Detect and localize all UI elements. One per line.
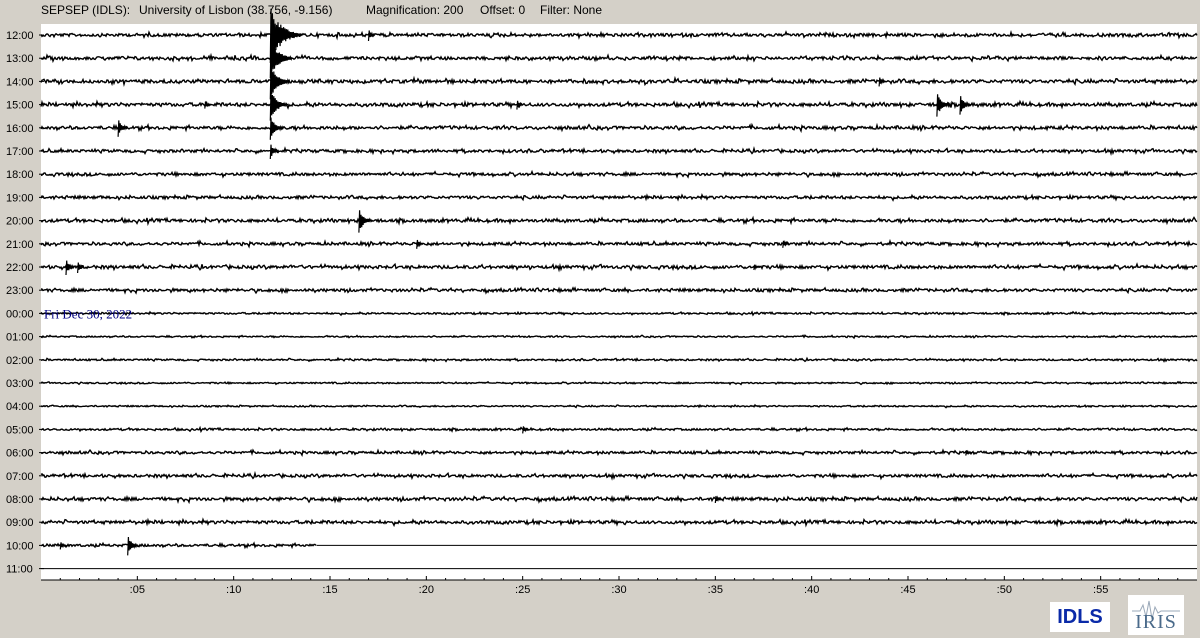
hour-label: 02:00 (6, 355, 34, 367)
hour-label: 07:00 (6, 471, 34, 483)
hour-label: 03:00 (6, 378, 34, 390)
helicorder-plot: 12:00 13:00 14:00 15:00 16:00 17:00 18:00 19:00… (6, 8, 1198, 596)
minute-label: :35 (708, 584, 723, 596)
hour-label: 13:00 (6, 53, 34, 65)
minute-label: :45 (900, 584, 915, 596)
hour-label: 11:00 (6, 564, 33, 576)
hour-label: 14:00 (6, 76, 34, 88)
hour-label: 20:00 (6, 216, 34, 228)
iris-logo: IRIS (1128, 595, 1184, 635)
minute-label: :15 (322, 584, 337, 596)
date-annotation: Fri Dec 30, 2022 (44, 306, 132, 321)
hour-label: 19:00 (6, 192, 34, 204)
minute-label: :05 (130, 584, 145, 596)
hour-label: 01:00 (6, 332, 34, 344)
hour-label: 06:00 (6, 448, 34, 460)
hour-label: 22:00 (6, 262, 34, 274)
hour-label: 10:00 (6, 540, 34, 552)
hour-label: 16:00 (6, 123, 34, 135)
minute-label: :40 (804, 584, 819, 596)
idls-logo: IDLS (1050, 602, 1110, 632)
minute-label: :20 (419, 584, 434, 596)
hour-label: 17:00 (6, 146, 34, 158)
hour-label: 05:00 (6, 424, 34, 436)
hour-label: 15:00 (6, 100, 34, 112)
hour-label: 21:00 (6, 239, 34, 251)
hour-label: 00:00 (6, 308, 34, 320)
hour-label: 18:00 (6, 169, 34, 181)
minute-label: :30 (611, 584, 626, 596)
plot-area (41, 24, 1197, 580)
minute-label: :10 (226, 584, 241, 596)
hour-label: 12:00 (6, 30, 34, 42)
hour-label: 09:00 (6, 517, 34, 529)
minute-label: :25 (515, 584, 530, 596)
minute-label: :50 (997, 584, 1012, 596)
iris-logo-text: IRIS (1135, 611, 1177, 633)
hour-label: 23:00 (6, 285, 34, 297)
hour-label: 08:00 (6, 494, 34, 506)
minute-label: :55 (1093, 584, 1108, 596)
hour-label: 04:00 (6, 401, 34, 413)
